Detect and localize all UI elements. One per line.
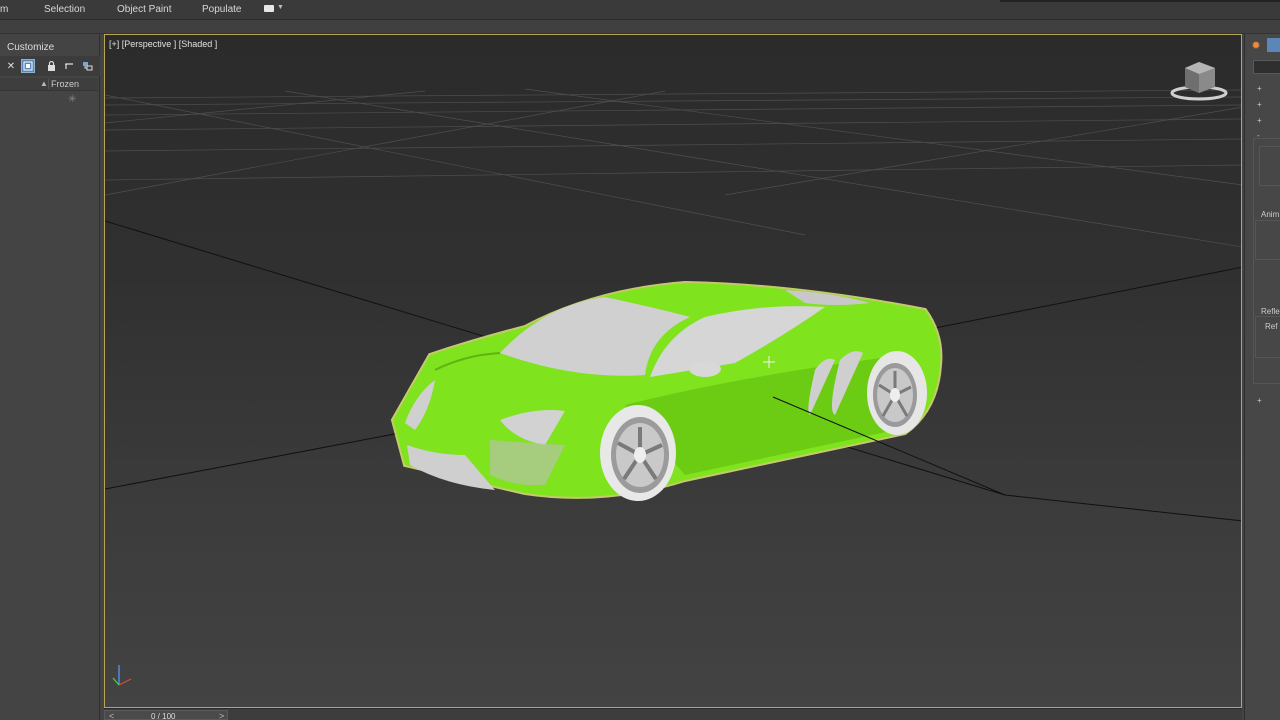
frozen-column-label: Frozen — [48, 79, 79, 89]
snowflake-icon[interactable]: ✳ — [68, 94, 76, 105]
reflect-label: Refle — [1261, 307, 1280, 316]
layer-icon[interactable] — [80, 59, 94, 73]
sun-icon[interactable]: ✹ — [1249, 38, 1263, 52]
anim-label: Anim — [1261, 210, 1280, 219]
timeline: < 0 / 100 > — [104, 708, 1242, 720]
viewcube-icon[interactable] — [1170, 62, 1228, 101]
frame-counter: 0 / 100 — [151, 712, 176, 720]
lock-icon[interactable] — [44, 59, 58, 73]
toolbar-strip — [0, 20, 1280, 34]
perspective-viewport[interactable]: [+] [Perspective ] [Shaded ] — [104, 34, 1242, 708]
next-frame-button[interactable]: > — [219, 711, 224, 720]
view-toggle-icon[interactable]: ▼ — [264, 4, 284, 16]
command-panel-tab[interactable] — [1267, 38, 1280, 52]
axis-tripod-icon — [112, 665, 132, 686]
explorer-toolbar: ✕ — [0, 56, 100, 76]
previous-frame-button[interactable]: < — [109, 711, 114, 720]
scene-explorer: Customize ✕ ▲ Frozen ✳ — [0, 34, 100, 720]
rear-wheel — [867, 351, 927, 435]
rollout-toggle[interactable]: + — [1257, 396, 1262, 405]
ribbon-edge — [1000, 0, 1280, 2]
rollout-toggle[interactable]: + — [1257, 116, 1262, 125]
viewport-label[interactable]: [+] [Perspective ] [Shaded ] — [109, 39, 217, 49]
explorer-title[interactable]: Customize — [7, 42, 54, 53]
ribbon: m Selection Object Paint Populate ▼ — [0, 0, 1280, 20]
rollout-group — [1255, 220, 1280, 260]
time-slider[interactable]: < 0 / 100 > — [104, 710, 228, 720]
frozen-column-header[interactable]: ▲ Frozen — [0, 78, 98, 91]
front-wheel — [600, 405, 676, 501]
rollout-group — [1259, 146, 1280, 186]
home-grid — [105, 88, 1241, 248]
rollout-group — [1255, 316, 1280, 358]
ribbon-tab-object-paint[interactable]: Object Paint — [117, 4, 171, 15]
car-model[interactable] — [390, 280, 943, 501]
name-field[interactable] — [1253, 60, 1280, 74]
rollout-toggle[interactable]: + — [1257, 100, 1262, 109]
display-filter-icon[interactable] — [21, 59, 35, 73]
scene-canvas — [105, 62, 1241, 686]
ribbon-tab-modeling[interactable]: m — [0, 4, 8, 15]
hierarchy-icon[interactable] — [62, 59, 76, 73]
close-icon[interactable]: ✕ — [4, 59, 18, 73]
sort-ascending-icon: ▲ — [40, 79, 48, 88]
command-panel: ✹ + + + - Anim Refle Ref + — [1244, 34, 1280, 720]
ribbon-tab-populate[interactable]: Populate — [202, 4, 241, 15]
rollout-toggle[interactable]: + — [1257, 84, 1262, 93]
ribbon-tab-selection[interactable]: Selection — [44, 4, 85, 15]
